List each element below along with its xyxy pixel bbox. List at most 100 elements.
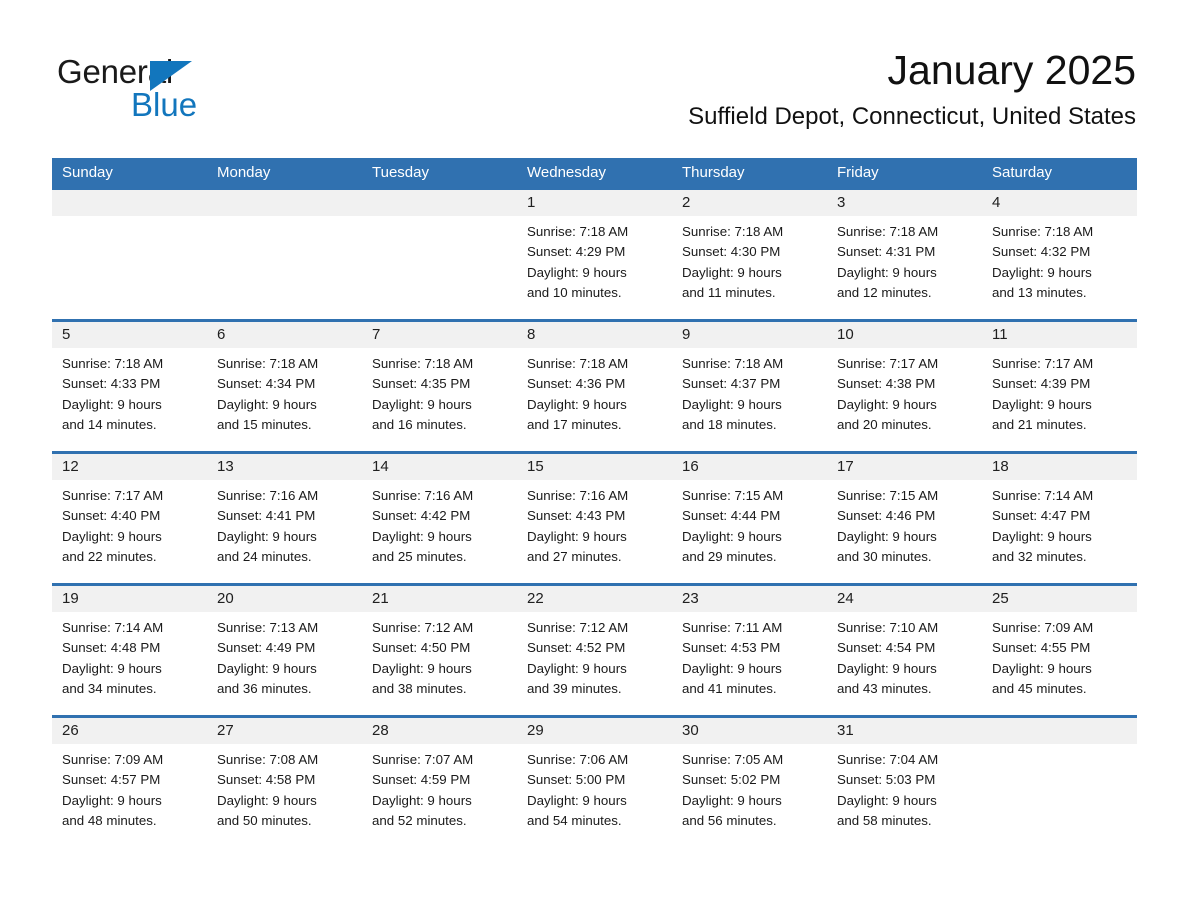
sunrise-text: Sunrise: 7:16 AM <box>527 488 629 503</box>
sunrise-text: Sunrise: 7:18 AM <box>682 224 784 239</box>
sunrise-text: Sunrise: 7:18 AM <box>217 356 319 371</box>
sunrise-text: Sunrise: 7:16 AM <box>372 488 474 503</box>
day-cell[interactable]: 15 Sunrise: 7:16 AM Sunset: 4:43 PM Dayligh… <box>517 454 672 583</box>
logo-text-blue: Blue <box>131 86 198 123</box>
daylight-text-line2: and 45 minutes. <box>992 680 1087 696</box>
sunset-text: Sunset: 4:41 PM <box>217 508 316 524</box>
day-number: 5 <box>52 322 207 348</box>
day-details: Sunrise: 7:08 AM Sunset: 4:58 PM Daylight:… <box>207 744 362 831</box>
sunrise-text: Sunrise: 7:18 AM <box>527 224 629 239</box>
day-details: Sunrise: 7:14 AM Sunset: 4:47 PM Daylight:… <box>982 480 1137 567</box>
day-cell[interactable]: 25 Sunrise: 7:09 AM Sunset: 4:55 PM Dayligh… <box>982 586 1137 715</box>
sunset-text: Sunset: 4:49 PM <box>217 640 316 656</box>
calendar-week-row: 5 Sunrise: 7:18 AM Sunset: 4:33 PM Daylight… <box>52 319 1137 451</box>
day-cell[interactable]: 20 Sunrise: 7:13 AM Sunset: 4:49 PM Dayligh… <box>207 586 362 715</box>
day-cell[interactable]: 6 Sunrise: 7:18 AM Sunset: 4:34 PM Daylight… <box>207 322 362 451</box>
day-cell[interactable]: 2 Sunrise: 7:18 AM Sunset: 4:30 PM Daylight… <box>672 190 827 319</box>
day-cell[interactable]: 22 Sunrise: 7:12 AM Sunset: 4:52 PM Dayligh… <box>517 586 672 715</box>
daylight-text-line2: and 21 minutes. <box>992 416 1087 432</box>
day-number: 15 <box>517 454 672 480</box>
day-cell[interactable]: 26 Sunrise: 7:09 AM Sunset: 4:57 PM Dayligh… <box>52 718 207 847</box>
day-details: Sunrise: 7:09 AM Sunset: 4:57 PM Daylight:… <box>52 744 207 831</box>
weekday-header-friday: Friday <box>837 164 879 181</box>
sunrise-text: Sunrise: 7:18 AM <box>992 224 1094 239</box>
day-details: Sunrise: 7:17 AM Sunset: 4:40 PM Daylight:… <box>52 480 207 567</box>
day-number: 12 <box>52 454 207 480</box>
day-details: Sunrise: 7:18 AM Sunset: 4:36 PM Daylight:… <box>517 348 672 435</box>
day-number: 27 <box>207 718 362 744</box>
daylight-text-line2: and 50 minutes. <box>217 812 312 828</box>
day-number: 6 <box>207 322 362 348</box>
daylight-text-line2: and 13 minutes. <box>992 284 1087 300</box>
day-cell[interactable]: 1 Sunrise: 7:18 AM Sunset: 4:29 PM Daylight… <box>517 190 672 319</box>
daylight-text-line1: Daylight: 9 hours <box>682 528 782 544</box>
day-cell[interactable]: 3 Sunrise: 7:18 AM Sunset: 4:31 PM Daylight… <box>827 190 982 319</box>
sunset-text: Sunset: 4:40 PM <box>62 508 161 524</box>
sunset-text: Sunset: 4:39 PM <box>992 376 1091 392</box>
day-cell[interactable]: 11 Sunrise: 7:17 AM Sunset: 4:39 PM Dayligh… <box>982 322 1137 451</box>
daylight-text-line1: Daylight: 9 hours <box>372 792 472 808</box>
sunrise-text: Sunrise: 7:17 AM <box>837 356 939 371</box>
day-cell[interactable]: 30 Sunrise: 7:05 AM Sunset: 5:02 PM Dayligh… <box>672 718 827 847</box>
daylight-text-line2: and 56 minutes. <box>682 812 777 828</box>
sunset-text: Sunset: 4:31 PM <box>837 244 936 260</box>
day-number: 20 <box>207 586 362 612</box>
day-cell[interactable]: 19 Sunrise: 7:14 AM Sunset: 4:48 PM Dayligh… <box>52 586 207 715</box>
day-cell[interactable]: 23 Sunrise: 7:11 AM Sunset: 4:53 PM Dayligh… <box>672 586 827 715</box>
daylight-text-line1: Daylight: 9 hours <box>837 660 937 676</box>
daylight-text-line2: and 16 minutes. <box>372 416 467 432</box>
day-cell[interactable]: 31 Sunrise: 7:04 AM Sunset: 5:03 PM Dayligh… <box>827 718 982 847</box>
daylight-text-line2: and 58 minutes. <box>837 812 932 828</box>
day-cell[interactable]: 9 Sunrise: 7:18 AM Sunset: 4:37 PM Daylight… <box>672 322 827 451</box>
day-cell[interactable]: 16 Sunrise: 7:15 AM Sunset: 4:44 PM Dayligh… <box>672 454 827 583</box>
weekday-header-row: Sunday Monday Tuesday Wednesday Thursday Frid… <box>52 158 1137 187</box>
day-cell[interactable]: 12 Sunrise: 7:17 AM Sunset: 4:40 PM Dayligh… <box>52 454 207 583</box>
day-details: Sunrise: 7:15 AM Sunset: 4:44 PM Daylight:… <box>672 480 827 567</box>
sunset-text: Sunset: 4:53 PM <box>682 640 781 656</box>
day-cell[interactable]: 4 Sunrise: 7:18 AM Sunset: 4:32 PM Daylight… <box>982 190 1137 319</box>
calendar-weeks: 1 Sunrise: 7:18 AM Sunset: 4:29 PM Daylight… <box>52 187 1137 847</box>
daylight-text-line2: and 24 minutes. <box>217 548 312 564</box>
day-cell[interactable]: 13 Sunrise: 7:16 AM Sunset: 4:41 PM Dayligh… <box>207 454 362 583</box>
day-cell[interactable]: 24 Sunrise: 7:10 AM Sunset: 4:54 PM Dayligh… <box>827 586 982 715</box>
day-details: Sunrise: 7:18 AM Sunset: 4:33 PM Daylight:… <box>52 348 207 435</box>
day-cell[interactable]: 28 Sunrise: 7:07 AM Sunset: 4:59 PM Dayligh… <box>362 718 517 847</box>
sunset-text: Sunset: 4:50 PM <box>372 640 471 656</box>
day-cell[interactable]: 14 Sunrise: 7:16 AM Sunset: 4:42 PM Dayligh… <box>362 454 517 583</box>
sunset-text: Sunset: 4:32 PM <box>992 244 1091 260</box>
day-details: Sunrise: 7:11 AM Sunset: 4:53 PM Daylight:… <box>672 612 827 699</box>
day-number <box>207 190 362 216</box>
day-cell[interactable]: 21 Sunrise: 7:12 AM Sunset: 4:50 PM Dayligh… <box>362 586 517 715</box>
day-number: 3 <box>827 190 982 216</box>
sunrise-text: Sunrise: 7:15 AM <box>682 488 784 503</box>
day-number: 16 <box>672 454 827 480</box>
day-details: Sunrise: 7:18 AM Sunset: 4:34 PM Daylight:… <box>207 348 362 435</box>
day-cell[interactable]: 17 Sunrise: 7:15 AM Sunset: 4:46 PM Dayligh… <box>827 454 982 583</box>
day-cell[interactable]: 10 Sunrise: 7:17 AM Sunset: 4:38 PM Dayligh… <box>827 322 982 451</box>
sunset-text: Sunset: 4:43 PM <box>527 508 626 524</box>
day-number: 17 <box>827 454 982 480</box>
day-cell[interactable]: 29 Sunrise: 7:06 AM Sunset: 5:00 PM Dayligh… <box>517 718 672 847</box>
sunset-text: Sunset: 4:38 PM <box>837 376 936 392</box>
day-cell[interactable]: 8 Sunrise: 7:18 AM Sunset: 4:36 PM Daylight… <box>517 322 672 451</box>
sunrise-text: Sunrise: 7:09 AM <box>992 620 1094 635</box>
day-details: Sunrise: 7:18 AM Sunset: 4:31 PM Daylight:… <box>827 216 982 303</box>
weekday-header-sunday: Sunday <box>62 164 113 181</box>
day-cell[interactable]: 27 Sunrise: 7:08 AM Sunset: 4:58 PM Dayligh… <box>207 718 362 847</box>
calendar-week-row: 26 Sunrise: 7:09 AM Sunset: 4:57 PM Dayligh… <box>52 715 1137 847</box>
sunrise-text: Sunrise: 7:16 AM <box>217 488 319 503</box>
day-cell[interactable]: 7 Sunrise: 7:18 AM Sunset: 4:35 PM Daylight… <box>362 322 517 451</box>
day-cell[interactable]: 5 Sunrise: 7:18 AM Sunset: 4:33 PM Daylight… <box>52 322 207 451</box>
generalblue-logo[interactable]: General Blue <box>57 52 287 124</box>
sunrise-text: Sunrise: 7:18 AM <box>527 356 629 371</box>
day-details: Sunrise: 7:18 AM Sunset: 4:30 PM Daylight:… <box>672 216 827 303</box>
sunrise-text: Sunrise: 7:12 AM <box>372 620 474 635</box>
day-details: Sunrise: 7:17 AM Sunset: 4:38 PM Daylight:… <box>827 348 982 435</box>
day-details: Sunrise: 7:16 AM Sunset: 4:42 PM Daylight:… <box>362 480 517 567</box>
day-cell[interactable]: 18 Sunrise: 7:14 AM Sunset: 4:47 PM Dayligh… <box>982 454 1137 583</box>
day-cell-empty <box>52 190 207 319</box>
day-details: Sunrise: 7:18 AM Sunset: 4:29 PM Daylight:… <box>517 216 672 303</box>
day-details: Sunrise: 7:07 AM Sunset: 4:59 PM Daylight:… <box>362 744 517 831</box>
calendar-grid: Sunday Monday Tuesday Wednesday Thursday Frid… <box>52 158 1137 847</box>
sunset-text: Sunset: 4:54 PM <box>837 640 936 656</box>
